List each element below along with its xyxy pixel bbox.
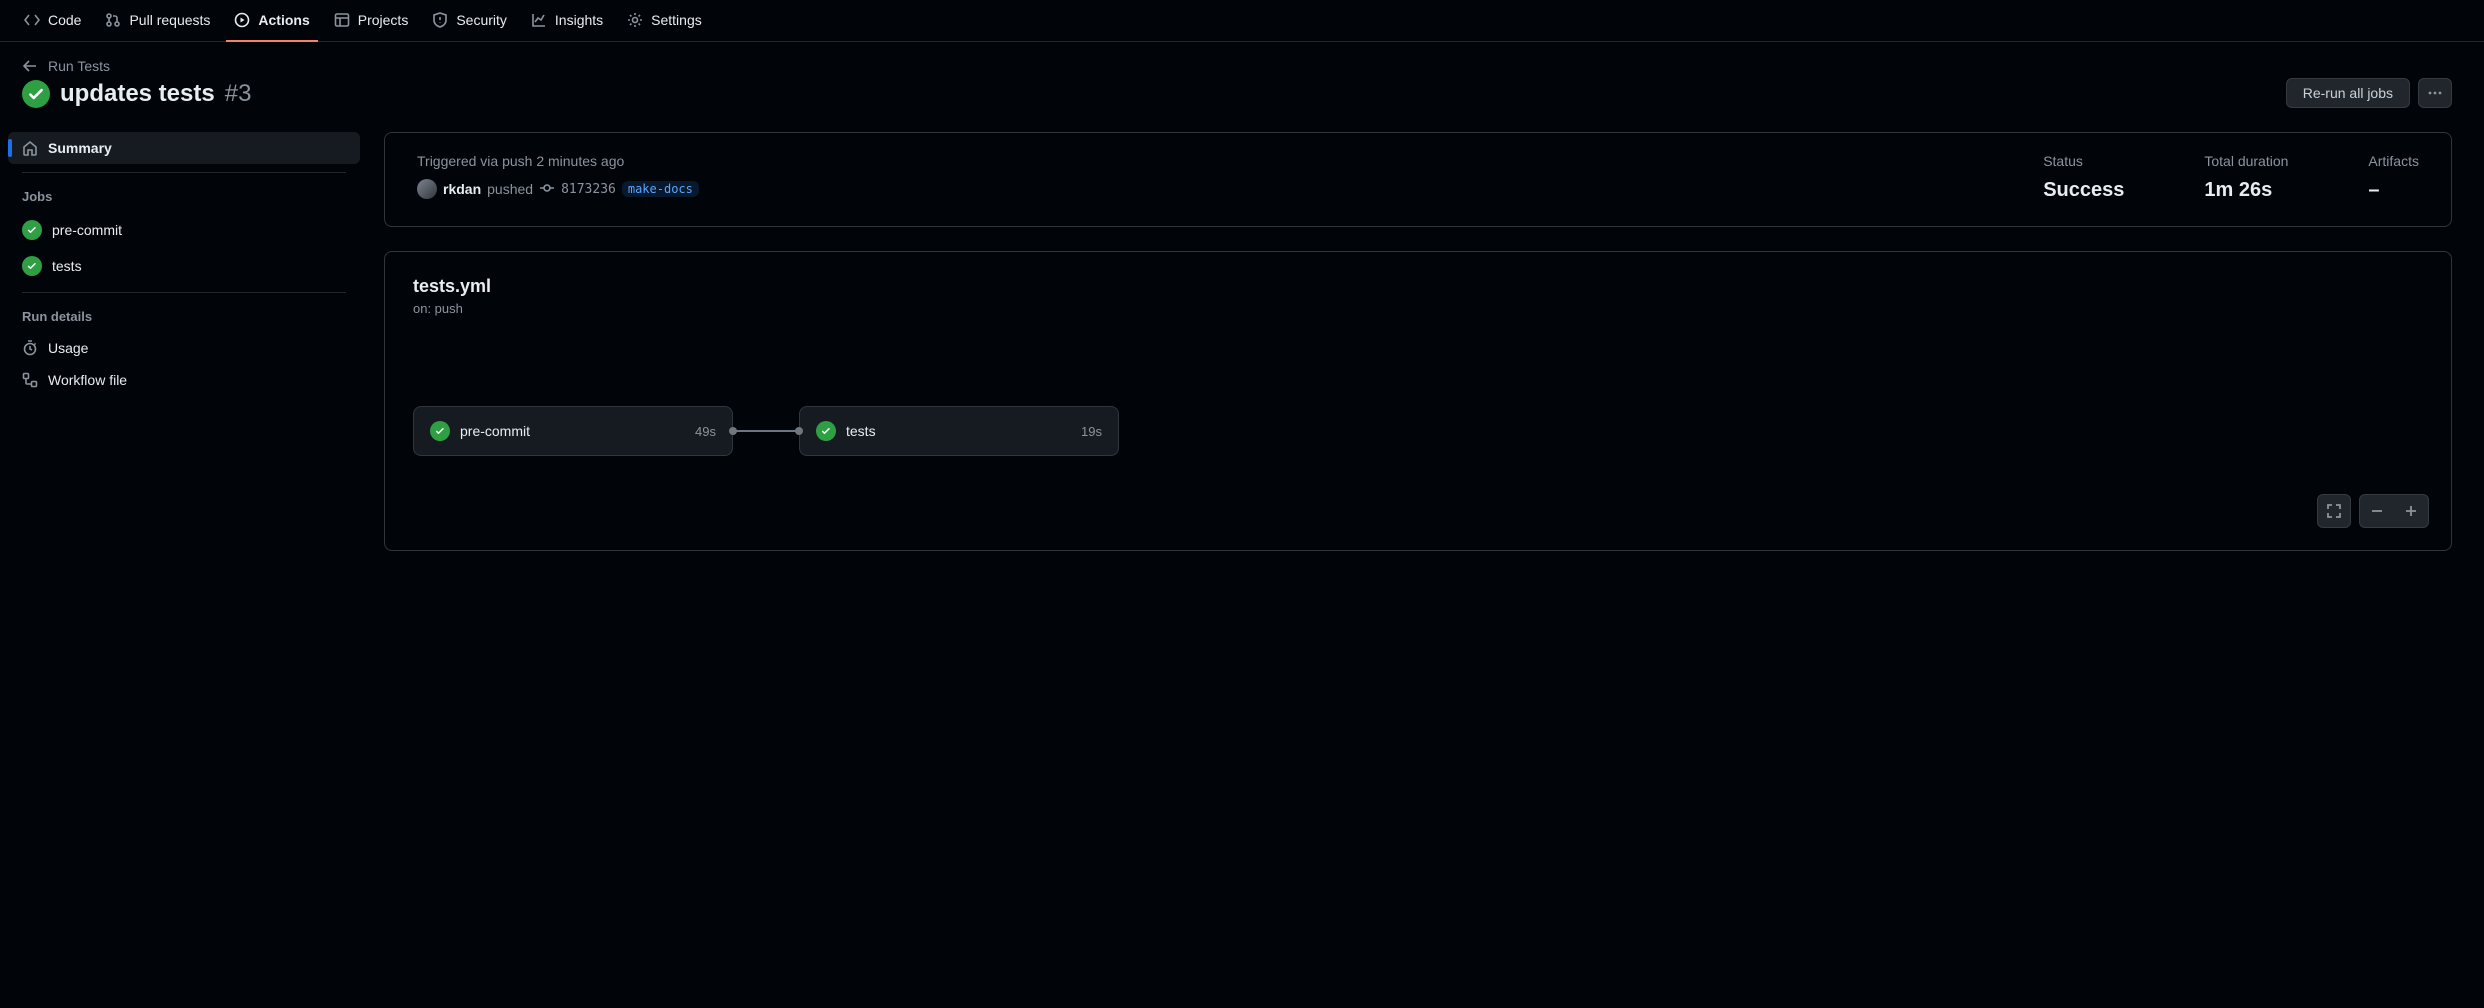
nav-projects[interactable]: Projects bbox=[326, 0, 417, 42]
sidebar-jobs-heading: Jobs bbox=[8, 181, 360, 212]
sidebar-summary-label: Summary bbox=[48, 140, 112, 156]
check-icon bbox=[816, 421, 836, 441]
graph-icon bbox=[531, 12, 547, 28]
rerun-label: Re-run all jobs bbox=[2303, 85, 2393, 101]
shield-icon bbox=[432, 12, 448, 28]
stopwatch-icon bbox=[22, 340, 38, 356]
sidebar: Summary Jobs pre-commit tests Run detail… bbox=[8, 132, 360, 551]
sidebar-summary[interactable]: Summary bbox=[8, 132, 360, 164]
job-card-pre-commit[interactable]: pre-commit 49s bbox=[413, 406, 733, 456]
nav-security-label: Security bbox=[456, 12, 507, 28]
actor-avatar[interactable] bbox=[417, 179, 437, 199]
job-name: pre-commit bbox=[460, 423, 685, 439]
rerun-all-jobs-button[interactable]: Re-run all jobs bbox=[2286, 78, 2410, 108]
sidebar-job-pre-commit[interactable]: pre-commit bbox=[8, 212, 360, 248]
fullscreen-button[interactable] bbox=[2317, 494, 2351, 528]
sidebar-run-details-heading: Run details bbox=[8, 301, 360, 332]
sidebar-job-label: pre-commit bbox=[52, 222, 122, 238]
nav-code[interactable]: Code bbox=[16, 0, 89, 42]
commit-sha-link[interactable]: 8173236 bbox=[561, 182, 616, 197]
nav-pull-requests-label: Pull requests bbox=[129, 12, 210, 28]
nav-pull-requests[interactable]: Pull requests bbox=[97, 0, 218, 42]
branch-badge[interactable]: make-docs bbox=[622, 181, 699, 197]
minus-icon[interactable] bbox=[2369, 503, 2385, 519]
pushed-text: pushed bbox=[487, 181, 533, 197]
sidebar-usage[interactable]: Usage bbox=[8, 332, 360, 364]
run-number: #3 bbox=[225, 80, 252, 108]
sidebar-job-tests[interactable]: tests bbox=[8, 248, 360, 284]
job-card-tests[interactable]: tests 19s bbox=[799, 406, 1119, 456]
fullscreen-icon bbox=[2326, 503, 2342, 519]
artifacts-value: – bbox=[2368, 179, 2419, 202]
run-summary-panel: Triggered via push 2 minutes ago rkdan p… bbox=[384, 132, 2452, 227]
sidebar-job-label: tests bbox=[52, 258, 82, 274]
job-duration: 49s bbox=[695, 424, 716, 439]
status-value: Success bbox=[2043, 179, 2124, 202]
nav-insights[interactable]: Insights bbox=[523, 0, 611, 42]
job-name: tests bbox=[846, 423, 1071, 439]
job-duration: 19s bbox=[1081, 424, 1102, 439]
nav-actions-label: Actions bbox=[258, 12, 309, 28]
gear-icon bbox=[627, 12, 643, 28]
arrow-left-icon bbox=[22, 58, 38, 74]
artifacts-label: Artifacts bbox=[2368, 153, 2419, 169]
nav-security[interactable]: Security bbox=[424, 0, 515, 42]
check-icon bbox=[22, 220, 42, 240]
play-circle-icon bbox=[234, 12, 250, 28]
run-title: updates tests bbox=[60, 80, 215, 108]
job-graph[interactable]: pre-commit 49s tests 19s bbox=[413, 406, 2423, 456]
check-icon bbox=[430, 421, 450, 441]
workflow-icon bbox=[22, 372, 38, 388]
table-icon bbox=[334, 12, 350, 28]
duration-label: Total duration bbox=[2204, 153, 2288, 169]
nav-code-label: Code bbox=[48, 12, 81, 28]
back-label: Run Tests bbox=[48, 58, 110, 74]
back-to-workflow-link[interactable]: Run Tests bbox=[22, 58, 251, 74]
status-label: Status bbox=[2043, 153, 2124, 169]
workflow-graph-panel: tests.yml on: push pre-commit 49s tests … bbox=[384, 251, 2452, 551]
commit-icon bbox=[539, 180, 555, 199]
workflow-trigger: on: push bbox=[413, 301, 2423, 316]
sidebar-workflow-file-label: Workflow file bbox=[48, 372, 127, 388]
pull-request-icon bbox=[105, 12, 121, 28]
workflow-filename: tests.yml bbox=[413, 276, 2423, 297]
sidebar-usage-label: Usage bbox=[48, 340, 88, 356]
divider bbox=[22, 292, 346, 293]
run-status-success-icon bbox=[22, 80, 50, 108]
zoom-group bbox=[2359, 494, 2429, 528]
more-actions-button[interactable] bbox=[2418, 78, 2452, 108]
plus-icon[interactable] bbox=[2403, 503, 2419, 519]
triggered-label: Triggered via push 2 minutes ago bbox=[417, 153, 1963, 169]
home-icon bbox=[22, 140, 38, 156]
kebab-icon bbox=[2427, 85, 2443, 101]
main-content: Triggered via push 2 minutes ago rkdan p… bbox=[384, 132, 2452, 551]
nav-insights-label: Insights bbox=[555, 12, 603, 28]
nav-projects-label: Projects bbox=[358, 12, 409, 28]
divider bbox=[22, 172, 346, 173]
repo-nav: Code Pull requests Actions Projects Secu… bbox=[0, 0, 2484, 42]
code-icon bbox=[24, 12, 40, 28]
job-connector bbox=[733, 430, 799, 432]
duration-value: 1m 26s bbox=[2204, 179, 2288, 202]
nav-actions[interactable]: Actions bbox=[226, 0, 317, 42]
nav-settings-label: Settings bbox=[651, 12, 702, 28]
actor-link[interactable]: rkdan bbox=[443, 181, 481, 197]
run-header: Run Tests updates tests #3 Re-run all jo… bbox=[0, 42, 2484, 132]
sidebar-workflow-file[interactable]: Workflow file bbox=[8, 364, 360, 396]
nav-settings[interactable]: Settings bbox=[619, 0, 710, 42]
check-icon bbox=[22, 256, 42, 276]
